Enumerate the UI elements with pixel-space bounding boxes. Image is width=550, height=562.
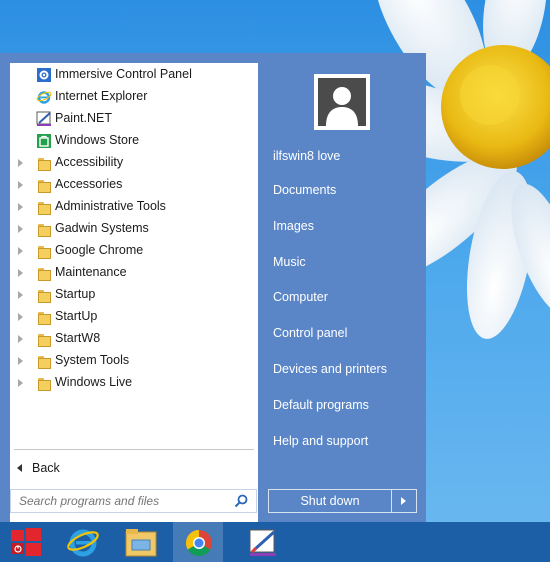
program-item[interactable]: Startup (10, 284, 258, 306)
program-item[interactable]: Maintenance (10, 262, 258, 284)
expand-arrow-icon[interactable] (18, 269, 23, 277)
programs-divider (14, 449, 254, 450)
program-label: Accessories (55, 177, 123, 191)
folder-icon (36, 199, 52, 215)
folder-icon (36, 265, 52, 281)
program-label: Maintenance (55, 265, 127, 279)
program-label: Internet Explorer (55, 89, 148, 103)
expand-arrow-icon[interactable] (18, 159, 23, 167)
program-item[interactable]: Windows Store (10, 130, 258, 152)
program-label: StartW8 (55, 331, 101, 345)
windows-store-icon (36, 133, 52, 149)
search-icon[interactable] (234, 494, 248, 508)
shutdown-options-button[interactable] (392, 490, 416, 512)
folder-icon (36, 243, 52, 259)
expand-arrow-icon[interactable] (18, 335, 23, 343)
program-item[interactable]: Paint.NET (10, 108, 258, 130)
start-icon (11, 528, 41, 556)
program-label: Windows Store (55, 133, 140, 147)
program-label: StartUp (55, 309, 98, 323)
program-item[interactable]: Immersive Control Panel (10, 64, 258, 86)
shutdown-button[interactable]: Shut down (269, 490, 392, 512)
right-link-control-panel[interactable]: Control panel (273, 326, 347, 340)
expand-arrow-icon[interactable] (18, 313, 23, 321)
program-label: Accessibility (55, 155, 124, 169)
expand-arrow-icon[interactable] (18, 181, 23, 189)
taskbar (0, 522, 550, 562)
paint-net-icon (36, 111, 52, 127)
program-label: Immersive Control Panel (55, 67, 192, 81)
program-item[interactable]: Google Chrome (10, 240, 258, 262)
folder-icon (36, 309, 52, 325)
folder-icon (36, 375, 52, 391)
paint-net-icon (249, 529, 276, 556)
right-link-help-and-support[interactable]: Help and support (273, 434, 368, 448)
right-link-images[interactable]: Images (273, 219, 314, 233)
program-label: Windows Live (55, 375, 133, 389)
right-link-computer[interactable]: Computer (273, 290, 328, 304)
program-item[interactable]: StartUp (10, 306, 258, 328)
right-link-music[interactable]: Music (273, 255, 306, 269)
file-explorer-taskbar[interactable] (115, 522, 165, 562)
chrome-taskbar[interactable] (173, 522, 223, 562)
program-label: Gadwin Systems (55, 221, 149, 235)
program-item[interactable]: Administrative Tools (10, 196, 258, 218)
program-item[interactable]: Accessibility (10, 152, 258, 174)
internet-explorer-icon (36, 89, 52, 105)
control-panel-icon (36, 67, 52, 83)
program-label: Paint.NET (55, 111, 112, 125)
search-input[interactable] (11, 490, 231, 512)
chrome-icon (185, 529, 212, 557)
back-arrow-icon (17, 464, 22, 472)
internet-explorer-icon (67, 529, 99, 557)
expand-arrow-icon[interactable] (18, 247, 23, 255)
paint-net-taskbar[interactable] (237, 522, 287, 562)
user-avatar-tile[interactable] (314, 74, 370, 130)
programs-panel: Immersive Control Panel Internet Explorer… (10, 63, 258, 533)
user-name-link[interactable]: ilfswin8 love (273, 149, 340, 163)
internet-explorer-taskbar[interactable] (57, 522, 107, 562)
folder-icon (36, 331, 52, 347)
program-label: Startup (55, 287, 96, 301)
program-label: Administrative Tools (55, 199, 166, 213)
right-link-devices-and-printers[interactable]: Devices and printers (273, 362, 387, 376)
program-item[interactable]: Windows Live (10, 372, 258, 394)
back-label: Back (32, 461, 60, 475)
program-label: System Tools (55, 353, 130, 367)
folder-icon (36, 287, 52, 303)
program-item[interactable]: Gadwin Systems (10, 218, 258, 240)
user-silhouette-icon (326, 87, 358, 126)
right-link-documents[interactable]: Documents (273, 183, 336, 197)
folder-icon (36, 155, 52, 171)
program-item[interactable]: StartW8 (10, 328, 258, 350)
expand-arrow-icon[interactable] (18, 225, 23, 233)
search-box[interactable] (10, 489, 257, 513)
start-button[interactable] (0, 522, 50, 562)
program-item[interactable]: Accessories (10, 174, 258, 196)
expand-arrow-icon[interactable] (18, 203, 23, 211)
avatar (318, 78, 366, 126)
expand-arrow-icon[interactable] (18, 357, 23, 365)
program-item[interactable]: Internet Explorer (10, 86, 258, 108)
expand-arrow-icon[interactable] (18, 291, 23, 299)
right-link-default-programs[interactable]: Default programs (273, 398, 369, 412)
file-explorer-icon (125, 529, 157, 557)
folder-icon (36, 177, 52, 193)
expand-arrow-icon[interactable] (18, 379, 23, 387)
folder-icon (36, 353, 52, 369)
program-label: Google Chrome (55, 243, 144, 257)
shutdown-control: Shut down (268, 489, 417, 513)
back-button[interactable]: Back (10, 456, 258, 480)
folder-icon (36, 221, 52, 237)
program-item[interactable]: System Tools (10, 350, 258, 372)
